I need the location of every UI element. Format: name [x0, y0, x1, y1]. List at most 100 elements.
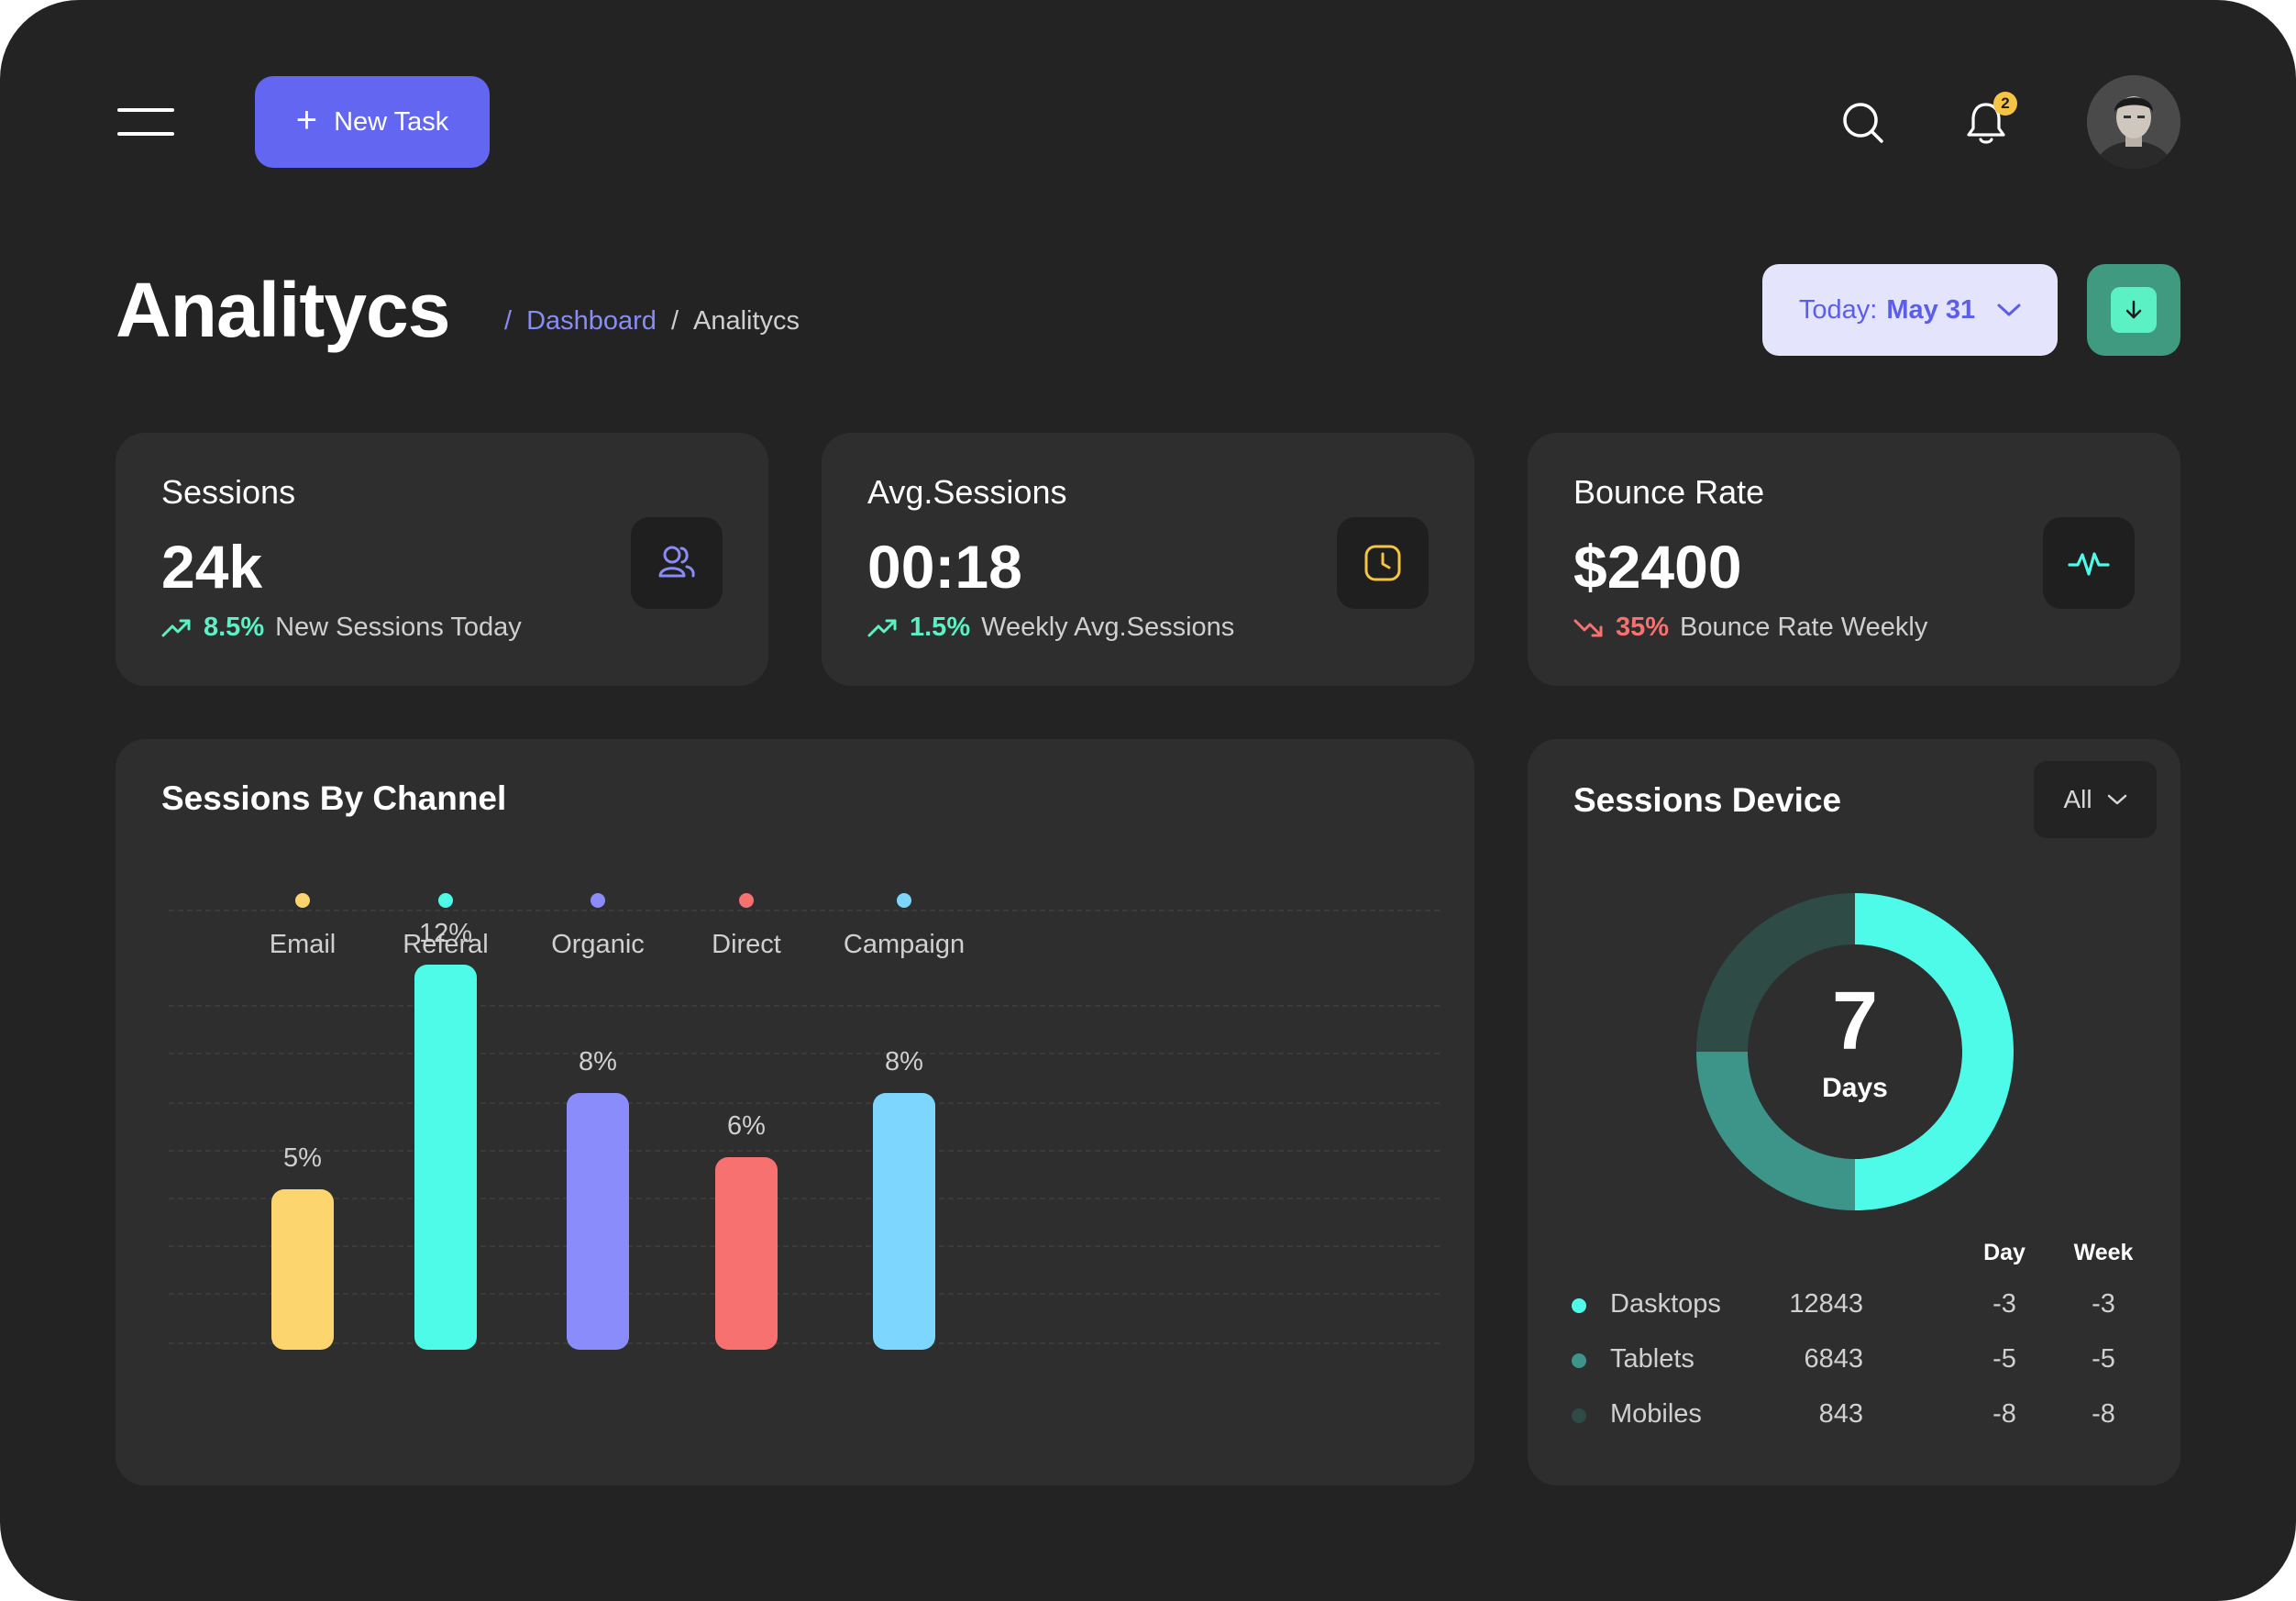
notification-badge: 2: [1993, 92, 2017, 116]
grid-line: [169, 1293, 1440, 1295]
clock-icon: [1337, 517, 1429, 609]
chevron-down-icon: [1997, 304, 2021, 316]
row-day: -8: [1992, 1399, 2016, 1429]
legend-item: Campaign: [812, 893, 996, 960]
row-name: Dasktops: [1610, 1289, 1721, 1319]
legend-label: Campaign: [843, 930, 966, 959]
breadcrumb-separator: /: [504, 306, 513, 336]
stat-trend: 8.5% New Sessions Today: [161, 613, 522, 643]
new-task-button[interactable]: + New Task: [255, 76, 490, 168]
row-day: -5: [1992, 1344, 2016, 1374]
stat-label: Avg.Sessions: [867, 473, 1067, 511]
new-task-label: New Task: [334, 106, 449, 137]
trend-up-icon: [867, 619, 897, 636]
device-filter-select[interactable]: All: [2034, 761, 2157, 838]
search-icon[interactable]: [1838, 97, 1889, 149]
stat-value: 00:18: [867, 533, 1022, 601]
row-week: -3: [2092, 1289, 2115, 1319]
bar-campaign[interactable]: [873, 1093, 935, 1350]
row-value: 843: [1818, 1399, 1863, 1429]
sessions-by-channel-card: Sessions By Channel Email 5% Referal 12% Org…: [116, 739, 1474, 1485]
grid-line: [169, 1053, 1440, 1054]
table-row: Tablets 6843 -5 -5: [1528, 1337, 2180, 1383]
date-picker[interactable]: Today: May 31: [1762, 264, 2058, 356]
row-week: -5: [2092, 1344, 2115, 1374]
stat-trend-percent: 1.5%: [910, 613, 971, 642]
legend-label: Direct: [712, 930, 781, 959]
device-donut-chart: 7 Days: [1694, 891, 2015, 1212]
trend-up-icon: [161, 619, 191, 636]
stat-trend-percent: 8.5%: [204, 613, 265, 642]
stat-value: 24k: [161, 533, 263, 601]
grid-line: [169, 1150, 1440, 1152]
sessions-device-card: Sessions Device All 7 Days Day Week Dask…: [1528, 739, 2180, 1485]
stat-trend-description: Weekly Avg.Sessions: [981, 613, 1235, 642]
trend-down-icon: [1573, 619, 1603, 636]
row-color-dot: [1572, 1353, 1586, 1368]
bar-direct[interactable]: [715, 1157, 778, 1350]
plus-icon: +: [295, 100, 318, 140]
bar-organic[interactable]: [567, 1093, 629, 1350]
notifications-button[interactable]: 2: [1962, 92, 2017, 150]
breadcrumb-current: Analitycs: [693, 306, 800, 336]
grid-line: [169, 1005, 1440, 1007]
bar-email[interactable]: [271, 1189, 334, 1350]
row-name: Mobiles: [1610, 1399, 1702, 1429]
stat-label: Sessions: [161, 473, 296, 511]
stat-value: $2400: [1573, 533, 1742, 601]
row-day: -3: [1992, 1289, 2016, 1319]
page-title: Analitycs: [116, 267, 450, 353]
legend-dot: [739, 893, 754, 908]
app-window: + New Task 2 Analitycs / Dashboard / Ana…: [0, 0, 2296, 1601]
download-button[interactable]: [2087, 264, 2180, 356]
grid-line: [169, 1102, 1440, 1104]
row-value: 6843: [1804, 1344, 1863, 1374]
legend-dot: [897, 893, 911, 908]
donut-center-unit: Days: [1822, 1073, 1888, 1103]
bar-value-label: 6%: [727, 1111, 766, 1141]
row-week: -8: [2092, 1399, 2115, 1429]
stat-trend-percent: 35%: [1616, 613, 1670, 642]
legend-dot: [295, 893, 310, 908]
stat-trend: 35% Bounce Rate Weekly: [1573, 613, 1927, 643]
grid-line: [169, 1245, 1440, 1247]
stat-label: Bounce Rate: [1573, 473, 1765, 511]
bar-value-label: 8%: [579, 1047, 617, 1077]
stat-card-sessions: Sessions 24k 8.5% New Sessions Today: [116, 433, 768, 686]
table-row: Dasktops 12843 -3 -3: [1528, 1282, 2180, 1328]
grid-line: [169, 1342, 1440, 1344]
card-title: Sessions By Channel: [161, 779, 507, 817]
bar-value-label: 5%: [283, 1143, 322, 1173]
stat-trend-description: New Sessions Today: [275, 613, 522, 642]
breadcrumb: / Dashboard / Analitycs: [504, 306, 800, 337]
stat-card-avg-sessions: Avg.Sessions 00:18 1.5% Weekly Avg.Sessi…: [822, 433, 1474, 686]
breadcrumb-separator: /: [670, 306, 679, 336]
device-filter-value: All: [2063, 785, 2092, 813]
users-icon: [631, 517, 723, 609]
stat-card-bounce-rate: Bounce Rate $2400 35% Bounce Rate Weekly: [1528, 433, 2180, 686]
bar-value-label: 12%: [418, 919, 473, 948]
row-value: 12843: [1789, 1289, 1863, 1319]
avatar[interactable]: [2087, 75, 2180, 169]
column-header-day: Day: [1983, 1240, 2026, 1265]
download-icon: [2111, 287, 2157, 333]
donut-center-number: 7: [1831, 976, 1879, 1067]
row-color-dot: [1572, 1408, 1586, 1423]
activity-icon: [2043, 517, 2135, 609]
card-title: Sessions Device: [1573, 781, 1842, 819]
chevron-down-icon: [2107, 794, 2126, 805]
legend-dot: [438, 893, 453, 908]
bar-value-label: 8%: [885, 1047, 923, 1077]
bar-referal[interactable]: [414, 965, 477, 1350]
table-row: Mobiles 843 -8 -8: [1528, 1392, 2180, 1438]
column-header-week: Week: [2073, 1240, 2134, 1265]
legend-dot: [591, 893, 605, 908]
date-picker-prefix: Today:: [1798, 294, 1878, 325]
stat-trend: 1.5% Weekly Avg.Sessions: [867, 613, 1234, 643]
donut-center: 7 Days: [1694, 891, 2015, 1212]
hamburger-menu-icon[interactable]: [117, 108, 174, 136]
date-picker-value: May 31: [1886, 294, 1976, 325]
breadcrumb-link-dashboard[interactable]: Dashboard: [526, 306, 657, 337]
stat-trend-description: Bounce Rate Weekly: [1680, 613, 1928, 642]
row-name: Tablets: [1610, 1344, 1694, 1374]
